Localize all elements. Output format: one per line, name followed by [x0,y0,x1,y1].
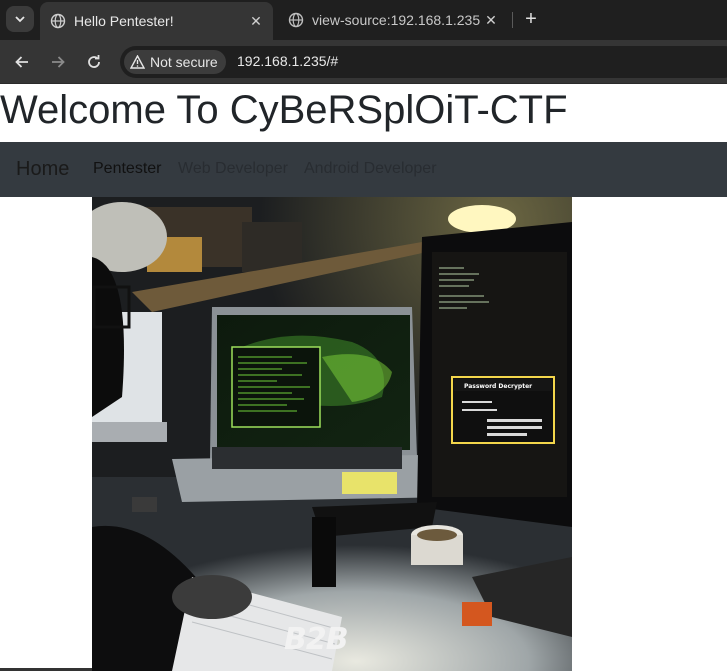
dialog-title-text: Password Decrypter [464,383,532,390]
globe-icon [288,12,304,28]
b2b-watermark: B2B [284,622,349,657]
nav-link-pentester[interactable]: Pentester [93,160,161,178]
tab-view-source[interactable]: view-source:192.168.1.235 ✕ [278,4,508,36]
nav-home-link[interactable]: Home [16,158,69,181]
close-tab-icon[interactable]: ✕ [482,11,500,29]
back-arrow-icon[interactable] [10,50,34,74]
chevron-down-icon [15,16,25,23]
tab-title: view-source:192.168.1.235 [312,12,481,28]
reload-icon[interactable] [82,50,106,74]
nav-link-android-developer[interactable]: Android Developer [304,160,437,178]
page-title: Welcome To CyBeRSplOiT-CTF [0,88,568,132]
browser-toolbar: Not secure 192.168.1.235/# [0,40,727,84]
tab-hello-pentester[interactable]: Hello Pentester! ✕ [40,2,273,40]
web-page: Welcome To CyBeRSplOiT-CTF Home Penteste… [0,85,727,671]
tab-title: Hello Pentester! [74,13,174,29]
nav-link-web-developer[interactable]: Web Developer [178,160,288,178]
tab-separator [512,12,513,28]
security-indicator[interactable]: Not secure [124,50,226,74]
forward-arrow-icon[interactable] [46,50,70,74]
browser-tab-strip: Hello Pentester! ✕ view-source:192.168.1… [0,0,727,40]
new-tab-plus-icon[interactable]: + [520,8,542,30]
security-label: Not secure [150,54,218,70]
close-tab-icon[interactable]: ✕ [247,12,265,30]
warning-triangle-icon [130,55,145,69]
hacker-desk-photo: Password Decrypter B2B [92,197,572,671]
address-bar[interactable]: Not secure 192.168.1.235/# [120,46,727,78]
site-navbar: Home Pentester Web Developer Android Dev… [0,142,727,197]
url-text: 192.168.1.235/# [237,53,339,69]
globe-icon [50,13,66,29]
tab-search-button[interactable] [6,6,34,32]
